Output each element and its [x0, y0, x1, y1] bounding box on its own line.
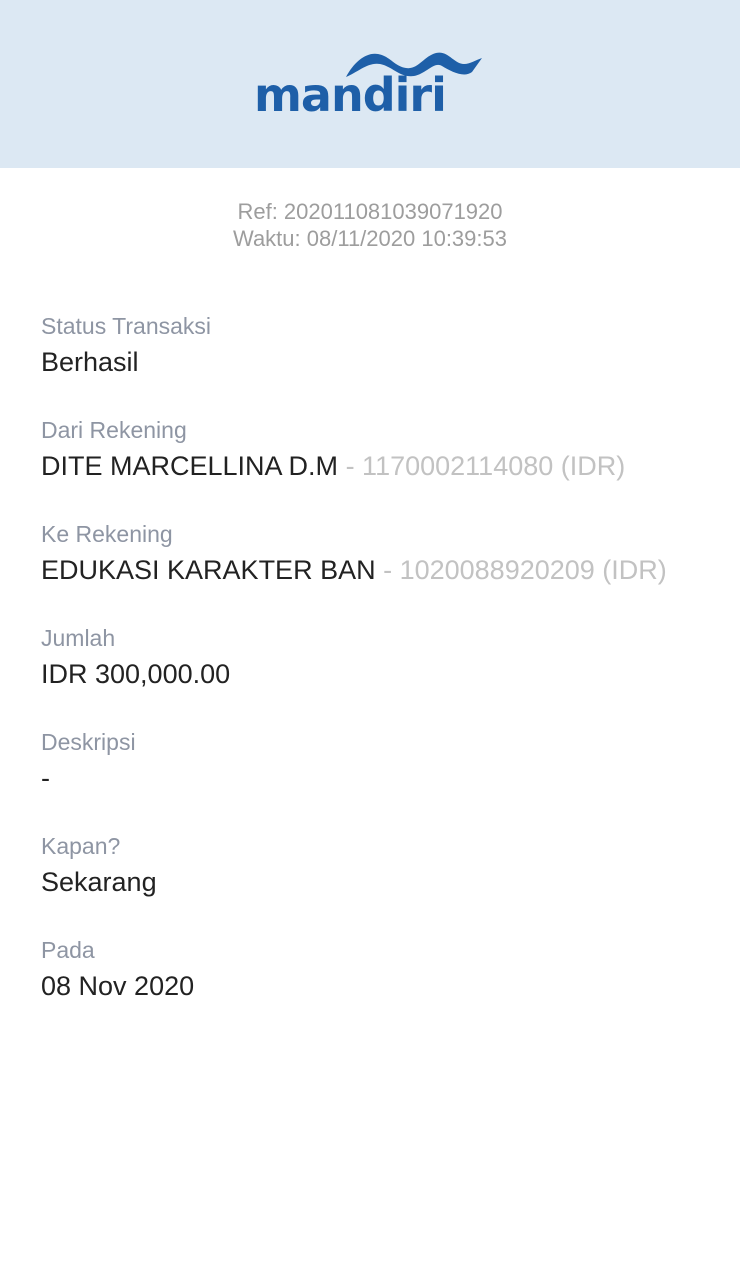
amount-value: IDR 300,000.00: [41, 659, 231, 689]
reference-number: Ref: 202011081039071920: [237, 199, 503, 224]
to-account-value: EDUKASI KARAKTER BAN - 1020088920209 (ID…: [41, 552, 721, 588]
status-value: Berhasil: [41, 347, 139, 377]
from-account-value: DITE MARCELLINA D.M - 1170002114080 (IDR…: [41, 448, 721, 484]
description-value: -: [41, 763, 50, 793]
to-account-field: Ke Rekening EDUKASI KARAKTER BAN - 10200…: [41, 520, 721, 624]
header-banner: mandiri: [0, 0, 740, 168]
from-account-field: Dari Rekening DITE MARCELLINA D.M - 1170…: [41, 416, 721, 520]
status-field: Status Transaksi Berhasil: [41, 312, 721, 416]
when-field: Kapan? Sekarang: [41, 832, 721, 936]
to-account-label: Ke Rekening: [41, 521, 173, 547]
amount-label: Jumlah: [41, 625, 116, 651]
description-label: Deskripsi: [41, 729, 136, 755]
date-label: Pada: [41, 937, 95, 963]
when-label: Kapan?: [41, 833, 121, 859]
transaction-time: Waktu: 08/11/2020 10:39:53: [233, 226, 507, 251]
when-value: Sekarang: [41, 867, 157, 897]
transaction-details: Status Transaksi Berhasil Dari Rekening …: [41, 312, 721, 1040]
amount-field: Jumlah IDR 300,000.00: [41, 624, 721, 728]
status-label: Status Transaksi: [41, 313, 212, 339]
date-field: Pada 08 Nov 2020: [41, 936, 721, 1040]
from-account-label: Dari Rekening: [41, 417, 187, 443]
mandiri-logo: mandiri: [254, 44, 484, 124]
to-account-number: - 1020088920209 (IDR): [375, 555, 667, 585]
from-account-name: DITE MARCELLINA D.M: [41, 451, 339, 481]
transaction-meta: Ref: 202011081039071920 Waktu: 08/11/202…: [0, 198, 740, 252]
date-value: 08 Nov 2020: [41, 971, 195, 1001]
logo-text: mandiri: [254, 68, 447, 122]
from-account-number: - 1170002114080 (IDR): [338, 451, 626, 481]
to-account-name: EDUKASI KARAKTER BAN: [41, 555, 376, 585]
description-field: Deskripsi -: [41, 728, 721, 832]
